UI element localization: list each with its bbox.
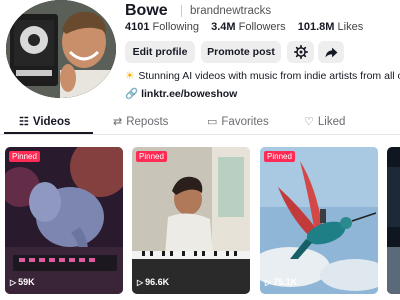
bookmark-icon: ▭ <box>207 116 218 128</box>
view-count: ▷ 75.1K <box>265 277 297 287</box>
repost-icon: ⇄ <box>113 116 123 128</box>
tab-label: Videos <box>32 116 71 128</box>
view-count-value: 96.6K <box>145 277 170 287</box>
video-thumbnail <box>5 147 123 294</box>
avatar-image <box>6 0 116 98</box>
tab-favorites[interactable]: ▭ Favorites <box>207 115 269 128</box>
profile-bio: ☀ Stunning AI videos with music from indi… <box>125 70 400 82</box>
avatar[interactable] <box>6 0 116 98</box>
sun-icon: ☀ <box>125 70 135 82</box>
video-thumbnail <box>132 147 250 294</box>
view-count-value: 59K <box>18 277 35 287</box>
following-label[interactable]: Following <box>153 21 199 33</box>
followers-count[interactable]: 3.4M <box>211 21 235 33</box>
video-thumbnail <box>387 147 400 294</box>
tabs-divider <box>0 134 400 135</box>
profile-handle: brandnewtracks <box>181 5 271 17</box>
view-count: ▷ 59K <box>10 277 35 287</box>
grid-icon: ☷ <box>19 116 29 128</box>
pinned-badge: Pinned <box>136 151 167 162</box>
profile-tabs: ☷ Videos ⇄ Reposts ▭ Favorites ♡ Liked <box>0 112 400 134</box>
share-arrow-icon <box>325 47 337 57</box>
view-count: ▷ 96.6K <box>137 277 169 287</box>
share-button[interactable] <box>318 41 344 63</box>
bio-text: Stunning AI videos with music from indie… <box>138 70 400 82</box>
video-card[interactable]: Pinned ▷ 59K <box>5 147 123 294</box>
promote-post-button[interactable]: Promote post <box>201 41 281 63</box>
followers-label[interactable]: Followers <box>239 21 286 33</box>
profile-link-text[interactable]: linktr.ee/boweshow <box>141 88 237 100</box>
link-icon: 🔗 <box>125 88 139 100</box>
profile-name: Bowe <box>125 2 168 19</box>
tab-videos[interactable]: ☷ Videos <box>19 115 70 128</box>
settings-button[interactable] <box>287 41 314 63</box>
profile-stats: 4101 Following 3.4M Followers 101.8M Lik… <box>125 21 372 33</box>
play-icon: ▷ <box>10 278 17 287</box>
profile-link[interactable]: 🔗 linktr.ee/boweshow <box>125 87 237 100</box>
video-card-partial[interactable] <box>387 147 400 294</box>
video-thumbnail <box>260 147 378 294</box>
likes-label: Likes <box>337 21 364 33</box>
likes-count: 101.8M <box>297 21 335 33</box>
play-icon: ▷ <box>265 278 272 287</box>
video-card[interactable]: Pinned ▷ 96.6K <box>132 147 250 294</box>
pinned-badge: Pinned <box>9 151 40 162</box>
tab-label: Favorites <box>221 116 269 128</box>
heart-icon: ♡ <box>304 116 314 128</box>
tab-liked[interactable]: ♡ Liked <box>304 115 345 128</box>
view-count-value: 75.1K <box>273 277 298 287</box>
play-icon: ▷ <box>137 278 144 287</box>
pinned-badge: Pinned <box>264 151 295 162</box>
following-count[interactable]: 4101 <box>125 21 149 33</box>
edit-profile-button[interactable]: Edit profile <box>125 41 195 63</box>
tab-label: Liked <box>317 116 346 128</box>
tab-label: Reposts <box>126 116 169 128</box>
video-card[interactable]: Pinned ▷ 75.1K <box>260 147 378 294</box>
gear-icon <box>293 45 308 59</box>
tab-reposts[interactable]: ⇄ Reposts <box>113 115 168 128</box>
